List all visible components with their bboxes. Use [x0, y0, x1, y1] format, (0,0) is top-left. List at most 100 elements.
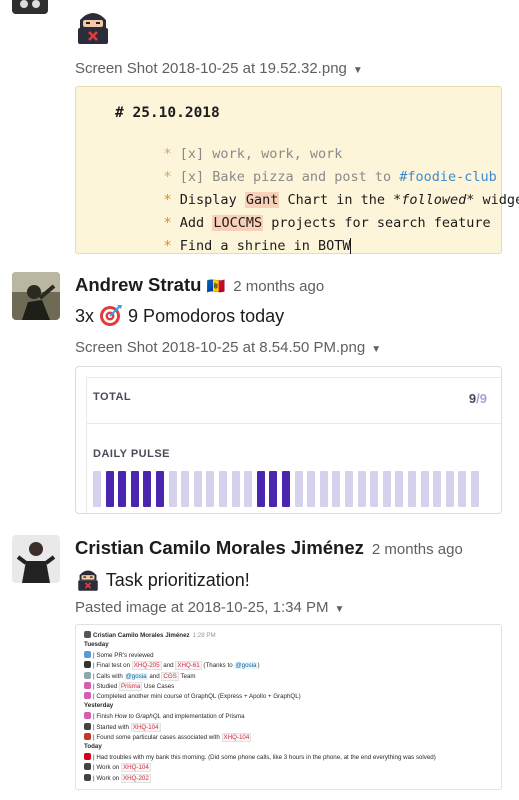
line-text: | Had troubles with my bank this morning… [93, 754, 436, 762]
total-label: TOTAL [93, 391, 132, 403]
chevron-down-icon[interactable]: ▼ [353, 65, 363, 76]
pasted-section-heading: Tuesday [84, 641, 109, 648]
pasted-line: | Found some particular cases associated… [84, 732, 252, 742]
pulse-bar [244, 471, 253, 507]
pulse-bar [118, 471, 127, 507]
pasted-timestamp: 1:28 PM [192, 632, 216, 639]
pasted-line: | Calls with @gosia and CGS Team [84, 671, 196, 681]
line-text: | Final test on [93, 662, 132, 670]
message-timestamp[interactable]: 2 months ago [233, 278, 324, 295]
pulse-bar [357, 471, 366, 507]
message-header: Cristian Camilo Morales Jiménez 2 months … [75, 537, 463, 559]
line-text: Team [178, 672, 196, 680]
pulse-bar [307, 471, 316, 507]
pulse-bar [269, 471, 278, 507]
pasted-section-heading: Today [84, 743, 102, 750]
attachment-filename-text: Pasted image at 2018-10-25, 1:34 PM [75, 599, 329, 616]
attachment-filename[interactable]: Pasted image at 2018-10-25, 1:34 PM ▼ [75, 599, 344, 616]
pasted-line: | Work on XHQ-202 [84, 773, 151, 783]
line-text: (Thanks to [201, 662, 235, 670]
pulse-bar [256, 471, 265, 507]
message-timestamp[interactable]: 2 months ago [372, 541, 463, 558]
line-text: and [147, 672, 162, 680]
attachment-filename[interactable]: Screen Shot 2018-10-25 at 19.52.32.png ▼ [75, 60, 363, 77]
daily-pulse-bars [93, 471, 493, 507]
pasted-line: | Finish How to GraphQL and implementati… [84, 712, 245, 721]
pomodoro-widget: TOTAL 9/9 DAILY PULSE [86, 377, 501, 513]
emoji-icon [84, 763, 91, 771]
pasted-line: | Studied Prisma Use Cases [84, 681, 175, 691]
pulse-bar [181, 471, 190, 507]
target-emoji [99, 303, 123, 327]
pasted-username: Cristian Camilo Morales Jiménez [93, 632, 190, 639]
attachment-filename[interactable]: Screen Shot 2018-10-25 at 8.54.50 PM.png… [75, 339, 381, 356]
pasted-image-preview[interactable]: Cristian Camilo Morales Jiménez 1:28 PM T… [75, 624, 502, 790]
inline-code: Prisma [119, 681, 143, 691]
line-text: | Work on [93, 764, 121, 772]
message-header: Andrew Stratu 🇲🇩 2 months ago [75, 274, 324, 296]
pasted-line: | Some PR's reviewed [84, 651, 154, 660]
line-text: | Studied [93, 682, 120, 690]
ninja-laptop-emoji [74, 6, 112, 46]
emoji-icon [84, 661, 91, 669]
total-value: 9/9 [469, 391, 487, 406]
inline-code: XHQ-104 [130, 722, 161, 732]
emoji-icon [84, 773, 91, 781]
flag-emoji: 🇲🇩 [206, 278, 226, 295]
chevron-down-icon[interactable]: ▼ [335, 604, 345, 615]
pasted-line: | Final test on XHQ-205 and XHQ-61 (Than… [84, 661, 260, 671]
line-text: | Calls with [93, 672, 125, 680]
emoji-icon [84, 722, 91, 730]
pulse-bar [156, 471, 164, 507]
username-link[interactable]: Cristian Camilo Morales Jiménez [75, 537, 364, 558]
emoji-icon [84, 671, 91, 679]
emoji-icon [84, 732, 91, 740]
attachment-filename-text: Screen Shot 2018-10-25 at 8.54.50 PM.png [75, 339, 366, 356]
avatar-image [12, 0, 48, 14]
divider [87, 423, 501, 424]
pasted-header: Cristian Camilo Morales Jiménez 1:28 PM [84, 631, 216, 640]
line-text: ) [257, 662, 260, 670]
pulse-bar [282, 471, 290, 507]
avatar-image [12, 535, 60, 583]
emoji-icon [84, 651, 91, 659]
line-text: | Started with [93, 723, 131, 731]
emoji-icon [84, 692, 91, 699]
pasted-line: | Completed another mini course of Graph… [84, 692, 301, 701]
pasted-line: | Had troubles with my bank this morning… [84, 753, 436, 762]
chevron-down-icon[interactable]: ▼ [371, 344, 381, 355]
pulse-bar [408, 471, 416, 507]
message-text-suffix: 9 Pomodoros today [128, 306, 285, 326]
username-link[interactable]: Andrew Stratu [75, 274, 201, 295]
avatar-andrew-stratu[interactable] [12, 272, 60, 320]
pulse-bar [319, 471, 328, 507]
total-goal: 9 [479, 391, 487, 406]
pulse-bar [445, 471, 454, 507]
pomodoro-screenshot-preview[interactable]: TOTAL 9/9 DAILY PULSE [75, 366, 502, 514]
line-text: | Found some particular cases associated… [93, 733, 222, 741]
inline-code: XHQ-205 [131, 661, 162, 671]
pulse-bar [458, 471, 467, 507]
line-text: | Work on [93, 774, 121, 782]
avatar [84, 631, 91, 638]
pulse-bar [143, 471, 152, 507]
pulse-bar [433, 471, 442, 507]
pulse-bar [105, 471, 114, 507]
line-text: and implementation of Prisma [161, 713, 245, 721]
line-text: | Some PR's reviewed [93, 652, 154, 660]
pasted-line: | Work on XHQ-104 [84, 763, 151, 773]
pulse-bar [395, 471, 404, 507]
pulse-bar [370, 471, 379, 507]
line-text: Use Cases [142, 682, 175, 690]
line-text: | Finish [93, 713, 115, 721]
line-text: and [161, 662, 176, 670]
pulse-bar [93, 471, 101, 507]
inline-code: XHQ-104 [120, 763, 151, 773]
avatar-previous-user[interactable] [12, 0, 48, 14]
pasted-section-heading: Yesterday [84, 702, 114, 710]
italic-text: How to GraphQL [114, 713, 161, 721]
avatar-cristian[interactable] [12, 535, 60, 583]
note-attachment-preview[interactable]: # 25.10.2018 * [x] work, work, work * [x… [75, 86, 519, 254]
emoji-icon [84, 681, 91, 689]
avatar-image [12, 272, 60, 320]
